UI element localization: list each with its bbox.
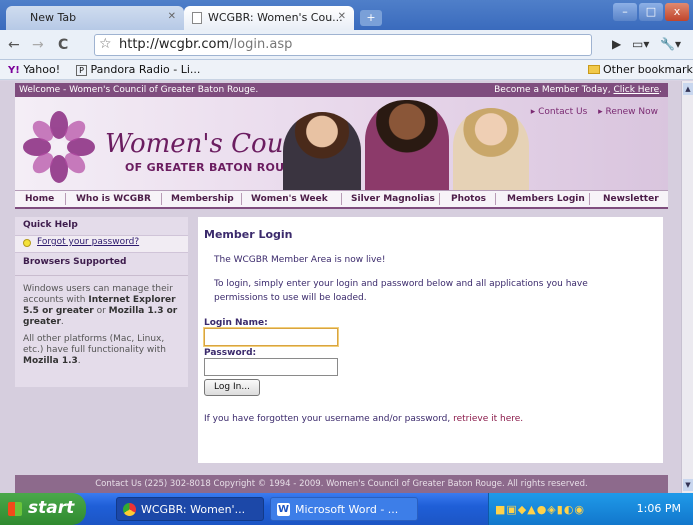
word-icon: W: [277, 503, 290, 516]
vertical-scrollbar[interactable]: ▲ ▼: [681, 81, 693, 493]
nav-newsletter[interactable]: Newsletter: [603, 194, 659, 204]
bullet-icon: [23, 239, 31, 247]
nav-divider: [341, 193, 342, 205]
close-tab-icon[interactable]: ✕: [338, 11, 346, 22]
bookmark-pandora[interactable]: P Pandora Radio - Li...: [76, 63, 200, 76]
browser-tab-bar: New Tab ✕ WCGBR: Women's Cou... ✕ + – □ x: [0, 0, 693, 30]
forward-icon[interactable]: →: [32, 37, 44, 53]
reload-icon[interactable]: C: [58, 37, 68, 53]
bookmarks-bar: Y! Yahoo! P Pandora Radio - Li... Other …: [0, 60, 693, 80]
folder-icon: [588, 65, 600, 74]
nav-who-is-wcgbr[interactable]: Who is WCGBR: [76, 194, 151, 204]
quick-help-sidebar: Quick Help Forgot your password? Browser…: [15, 217, 188, 387]
login-name-label: Login Name:: [204, 318, 268, 328]
tray-icons[interactable]: ■▣◆▲●◈▮◐◉: [495, 503, 585, 516]
photo-woman-1: [283, 112, 361, 190]
become-member: Become a Member Today, Click Here.: [494, 85, 662, 95]
nav-silver-magnolias[interactable]: Silver Magnolias: [351, 194, 435, 204]
pandora-icon: P: [76, 65, 87, 76]
nav-divider: [495, 193, 496, 205]
nav-photos[interactable]: Photos: [451, 194, 486, 204]
other-bookmarks[interactable]: Other bookmarks: [588, 63, 693, 76]
close-window-button[interactable]: x: [665, 3, 689, 21]
new-tab-button[interactable]: +: [360, 10, 382, 26]
retrieve-link[interactable]: retrieve it here.: [453, 414, 523, 424]
nav-members-login[interactable]: Members Login: [507, 194, 585, 204]
scroll-down-icon[interactable]: ▼: [683, 479, 693, 491]
windows-logo-icon: [8, 502, 22, 516]
browsers-text-2: All other platforms (Mac, Linux, etc.) h…: [23, 334, 167, 366]
address-bar[interactable]: ☆ http://wcgbr.com/login.asp: [94, 34, 592, 56]
url-host: http://wcgbr.com: [119, 37, 230, 52]
log-in-button[interactable]: Log In...: [204, 379, 260, 396]
photo-woman-3: [453, 108, 529, 190]
page-title: Member Login: [204, 228, 293, 241]
tab-label: New Tab: [30, 11, 77, 24]
minimize-button[interactable]: –: [613, 3, 637, 21]
chrome-icon: [123, 503, 136, 516]
bookmark-star-icon[interactable]: ☆: [99, 36, 112, 52]
page-icon: [192, 12, 202, 24]
tab-wcgbr[interactable]: WCGBR: Women's Cou... ✕: [184, 6, 354, 30]
site-nav: Home Who is WCGBR Membership Women's Wee…: [15, 191, 668, 209]
nav-divider: [65, 193, 66, 205]
start-button[interactable]: start: [0, 493, 86, 525]
window-controls: – □ x: [611, 3, 689, 21]
nav-divider: [589, 193, 590, 205]
logo-subtitle: OF GREATER BATON ROUGE: [125, 161, 302, 174]
page-content: Welcome - Women's Council of Greater Bat…: [0, 81, 681, 493]
forgot-password-link[interactable]: Forgot your password?: [37, 237, 139, 247]
login-name-input[interactable]: [204, 328, 338, 346]
windows-taskbar: start WCGBR: Women'... W Microsoft Word …: [0, 493, 693, 525]
system-tray: ■▣◆▲●◈▮◐◉ 1:06 PM: [488, 493, 693, 525]
page-menu-icon[interactable]: ▭▾: [632, 37, 649, 51]
renew-now-link[interactable]: ▸ Renew Now: [598, 107, 658, 117]
page-footer: Contact Us (225) 302-8018 Copyright © 19…: [15, 475, 668, 493]
play-icon[interactable]: ▶: [612, 37, 621, 51]
nav-home[interactable]: Home: [25, 194, 54, 204]
flower-logo-icon: [23, 111, 95, 183]
wrench-icon[interactable]: 🔧▾: [660, 37, 681, 51]
close-tab-icon[interactable]: ✕: [168, 11, 176, 22]
tab-label: WCGBR: Women's Cou...: [208, 11, 343, 24]
forgot-credentials-text: If you have forgotten your username and/…: [204, 414, 524, 424]
top-links: ▸ Contact Us ▸ Renew Now: [523, 107, 658, 117]
nav-divider: [161, 193, 162, 205]
nav-divider: [439, 193, 440, 205]
back-icon[interactable]: ←: [8, 37, 20, 53]
welcome-text: Welcome - Women's Council of Greater Bat…: [19, 85, 259, 95]
clock: 1:06 PM: [636, 502, 681, 515]
intro-text: The WCGBR Member Area is now live!: [214, 255, 386, 265]
taskbar-word[interactable]: W Microsoft Word - ...: [270, 497, 418, 521]
click-here-link[interactable]: Click Here: [613, 85, 659, 95]
bookmark-yahoo[interactable]: Y! Yahoo!: [8, 63, 60, 76]
contact-us-link[interactable]: ▸ Contact Us: [531, 107, 588, 117]
member-login-panel: Member Login The WCGBR Member Area is no…: [198, 217, 663, 463]
password-label: Password:: [204, 348, 257, 358]
nav-membership[interactable]: Membership: [171, 194, 234, 204]
browsers-text-1: Windows users can manage their accounts …: [15, 275, 188, 328]
browser-toolbar: ← → C ☆ http://wcgbr.com/login.asp ▶ ▭▾ …: [0, 30, 693, 60]
browsers-heading: Browsers Supported: [23, 257, 127, 267]
maximize-button[interactable]: □: [639, 3, 663, 21]
nav-divider: [241, 193, 242, 205]
quick-help-heading: Quick Help: [23, 220, 78, 230]
welcome-bar: Welcome - Women's Council of Greater Bat…: [15, 83, 668, 97]
photo-woman-2: [365, 100, 449, 190]
url-path: /login.asp: [229, 37, 293, 52]
site-banner: ▸ Contact Us ▸ Renew Now Women's Council…: [15, 97, 668, 191]
nav-womens-week[interactable]: Women's Week: [251, 194, 328, 204]
password-input[interactable]: [204, 358, 338, 376]
forgot-password-item: Forgot your password?: [15, 235, 188, 253]
instructions-text: To login, simply enter your login and pa…: [214, 279, 588, 303]
yahoo-icon: Y!: [8, 65, 20, 76]
tab-new-tab[interactable]: New Tab ✕: [6, 6, 184, 30]
taskbar-chrome[interactable]: WCGBR: Women'...: [116, 497, 264, 521]
scroll-up-icon[interactable]: ▲: [683, 83, 693, 95]
